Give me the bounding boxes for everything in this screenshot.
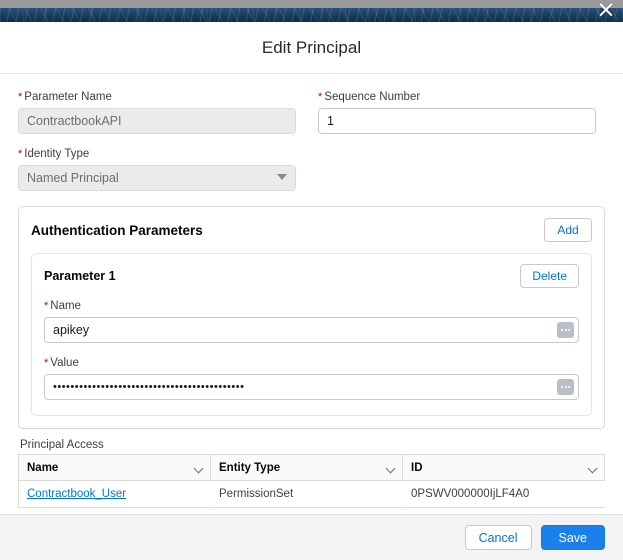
principal-access-table: Name Entity Type ID Contractbook_User Pe… [18,454,605,508]
cell-name: Contractbook_User [19,481,211,508]
param-name-field: * Name apikey [44,299,579,343]
table-header-row: Name Entity Type ID [18,454,605,481]
parameter-1-header: Parameter 1 Delete [44,264,579,288]
param-name-input-wrapper: apikey [44,317,579,343]
close-icon[interactable]: × [593,0,619,24]
add-parameter-button[interactable]: Add [544,218,592,242]
column-header-id[interactable]: ID [402,454,605,481]
left-column: * Parameter Name ContractbookAPI * Identit… [18,90,296,204]
column-header-id-text: ID [411,461,423,474]
parameter-name-input[interactable]: ContractbookAPI [18,108,296,134]
column-header-name[interactable]: Name [18,454,211,481]
sequence-number-input[interactable]: 1 [318,108,596,134]
cell-id: 0PSWV000000IjLF4A0 [411,488,530,500]
cancel-button[interactable]: Cancel [464,525,532,550]
modal-body: * Parameter Name ContractbookAPI * Identit… [0,74,623,514]
chevron-down-icon[interactable] [193,463,204,474]
column-header-name-text: Name [27,461,59,474]
identity-type-label: * Identity Type [18,147,296,161]
save-button[interactable]: Save [540,525,605,550]
required-marker: * [18,91,23,103]
sequence-number-field: * Sequence Number 1 [318,90,596,134]
cell-entity-type: PermissionSet [219,488,294,500]
identity-type-select[interactable]: Named Principal [18,165,296,191]
authentication-parameters-title: Authentication Parameters [31,222,203,238]
param-value-label-text: Value [50,357,79,369]
background-banner-strip [0,8,623,22]
param-name-input[interactable]: apikey [44,317,579,343]
identity-type-select-wrapper: Named Principal [18,165,296,191]
required-marker: * [318,91,323,103]
param-value-input[interactable]: ••••••••••••••••••••••••••••••••••••••••… [44,374,579,400]
delete-parameter-button[interactable]: Delete [520,264,579,288]
param-name-label-text: Name [50,300,81,312]
authentication-parameters-header: Authentication Parameters Add [31,218,592,242]
sequence-number-label-text: Sequence Number [324,91,421,103]
banner-texture [0,8,623,22]
identity-type-label-text: Identity Type [24,148,90,160]
more-options-icon[interactable] [557,322,574,338]
modal-header: Edit Principal [0,22,623,74]
chevron-down-icon[interactable] [587,463,598,474]
parameter-name-field: * Parameter Name ContractbookAPI [18,90,296,134]
parameter-name-label: * Parameter Name [18,90,296,104]
parameter-name-label-text: Parameter Name [24,91,112,103]
column-header-entity-type[interactable]: Entity Type [210,454,403,481]
principal-access-label: Principal Access [20,439,104,451]
param-value-field: * Value •••••••••••••••••••••••••••••••••… [44,356,579,400]
parameter-1-card: Parameter 1 Delete *Name apikey *Value [31,253,592,416]
principal-name-link[interactable]: Contractbook_User [27,488,126,500]
parameter-1-title: Parameter 1 [44,269,116,283]
identity-type-field: * Identity Type Named Principal [18,147,296,191]
modal-footer: Cancel Save [0,514,623,560]
authentication-parameters-card: Authentication Parameters Add Parameter … [18,206,605,429]
column-header-entity-type-text: Entity Type [219,461,281,474]
required-marker: * [44,300,49,312]
param-name-label: * Name [44,299,579,313]
param-value-input-wrapper: ••••••••••••••••••••••••••••••••••••••••… [44,374,579,400]
required-marker: * [18,148,23,160]
param-value-label: * Value [44,356,579,370]
page-title: Edit Principal [261,37,362,57]
top-fields-row: * Parameter Name ContractbookAPI * Identit… [18,90,605,204]
table-body: Contractbook_User PermissionSet 0PSWV000… [19,481,605,508]
edit-principal-modal: Edit Principal * Parameter Name Contractb… [0,22,623,560]
required-marker: * [44,357,49,369]
sequence-number-label: * Sequence Number [318,90,596,104]
more-options-icon[interactable] [557,379,574,395]
table-row: Contractbook_User PermissionSet 0PSWV000… [19,481,605,508]
table-header: Name Entity Type ID [18,454,605,481]
right-column: * Sequence Number 1 [318,90,596,204]
chevron-down-icon[interactable] [385,463,396,474]
